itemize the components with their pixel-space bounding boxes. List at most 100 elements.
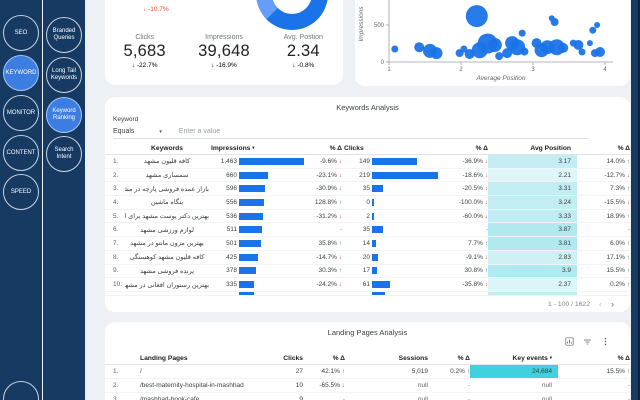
key-events-cell: null: [470, 379, 558, 392]
keywords-table-row[interactable]: 9.پرنده فروشی مشهد37830.3% ↑1730.8% ↑3.9…: [105, 265, 630, 279]
sidebar-item-seo[interactable]: SEO: [3, 15, 39, 51]
col-sessions-delta[interactable]: % Δ: [428, 355, 470, 362]
clicks-bar-cell: [370, 226, 442, 233]
clicks-bar: [372, 267, 377, 274]
up-arrow-icon: ↑: [627, 281, 630, 288]
keywords-table-row[interactable]: 2.سمساری مشهد660-23.1% ↓219-18.6% ↓2.21-…: [105, 169, 630, 183]
col-keywords[interactable]: Keywords: [125, 145, 209, 152]
delta-cell: 128.8% ↑: [309, 199, 342, 206]
col-avg-delta[interactable]: % Δ: [577, 145, 630, 152]
bubble-point[interactable]: [519, 30, 526, 37]
col-avg-position[interactable]: Avg Position: [488, 143, 577, 154]
sidebar-item-keyword[interactable]: KEYWORD: [3, 55, 39, 91]
row-number: 3.: [105, 396, 125, 400]
bubble-point[interactable]: [579, 49, 586, 56]
clicks-value: 219: [342, 172, 370, 179]
bubble-point[interactable]: [391, 46, 398, 53]
bubble-point[interactable]: [594, 22, 600, 28]
keywords-table-row[interactable]: 8.کافه قلیون مشهد کوهسنگی425-14.7% ↓20-9…: [105, 251, 630, 265]
keywords-table-row[interactable]: 5.بهترین دکتر پوست مشهد برای لک صورت536-…: [105, 210, 630, 224]
keywords-table-row[interactable]: 4.بنگاه ماشین556128.8% ↑0-100.0% ↓3.24-1…: [105, 196, 630, 210]
bubble-point[interactable]: [589, 27, 596, 34]
down-arrow-icon: ↓: [292, 62, 295, 69]
sidebar-item-search-intent[interactable]: Search Intent: [46, 136, 82, 172]
clicks-bar-cell: [370, 185, 442, 192]
sidebar-item-content[interactable]: CONTENT: [3, 135, 39, 171]
sidebar-item-partial[interactable]: [3, 381, 39, 400]
bubble-point[interactable]: [495, 52, 503, 60]
keywords-table-row[interactable]: 10.بهترین رستوران افغانی در مشهد335-24.2…: [105, 278, 630, 292]
landing-table-row[interactable]: 2./best-maternity-hospital-in-mashhad10-…: [105, 379, 630, 393]
y-tick-label: 0: [381, 60, 385, 66]
more-options-icon[interactable]: [601, 337, 610, 346]
col-clicks[interactable]: Clicks: [342, 145, 442, 152]
pagination-prev-icon[interactable]: ‹: [599, 299, 602, 309]
kpi-label: Avg. Postion: [264, 34, 343, 41]
avg-position-cell: 3.17: [488, 155, 577, 168]
filter-value-input[interactable]: [177, 127, 588, 136]
delta-cell: 35.8% ↑: [309, 240, 342, 247]
row-number: 8.: [105, 254, 125, 261]
bubble-point[interactable]: [587, 40, 593, 46]
filter-icon[interactable]: [583, 337, 592, 346]
up-arrow-icon: ↑: [627, 368, 630, 375]
down-arrow-icon: ↓: [132, 62, 135, 69]
keywords-table-row-partial: [105, 292, 630, 296]
filter-operator-select[interactable]: Equals: [113, 128, 134, 135]
landing-pages-table: Landing Pages Clicks % Δ Sessions % Δ Ke…: [105, 352, 630, 400]
col-clicks-delta[interactable]: % Δ: [442, 145, 488, 152]
col-impressions-delta[interactable]: % Δ: [309, 145, 342, 152]
bubble-point[interactable]: [558, 43, 568, 53]
sidebar-item-monitor[interactable]: MONITOR: [3, 95, 39, 131]
row-number: 9.: [105, 267, 125, 274]
bubble-point[interactable]: [488, 38, 502, 52]
kpi-value: 39,648: [184, 42, 263, 61]
bubble-point[interactable]: [431, 47, 443, 59]
impressions-bar-cell: [237, 281, 309, 288]
landing-table-header: Landing Pages Clicks % Δ Sessions % Δ Ke…: [105, 352, 630, 365]
delta-cell: 17.1% ↑: [577, 254, 630, 261]
sessions-value: null: [345, 382, 428, 389]
sidebar-item-long-tail-keywords[interactable]: Long Tail Keywords: [46, 57, 82, 93]
col-key-events[interactable]: Key events ▾: [470, 352, 558, 364]
col-clicks-delta[interactable]: % Δ: [303, 355, 345, 362]
bubble-point[interactable]: [466, 5, 488, 27]
col-impressions[interactable]: Impressions ▾: [209, 145, 309, 152]
kpi-value: 2.34: [264, 42, 343, 61]
delta-cell: 0.2% ↑: [428, 368, 470, 375]
sort-desc-icon: ▾: [550, 355, 552, 361]
col-landing-pages[interactable]: Landing Pages: [125, 355, 275, 362]
landing-table-row[interactable]: 1./2742.1% ↑5,0190.2% ↑24,68415.5% ↑: [105, 365, 630, 379]
sidebar-item-keyword-ranking[interactable]: Keyword Ranking: [46, 97, 82, 133]
impressions-bar: [239, 292, 254, 296]
clicks-bar: [372, 254, 378, 261]
col-key-events-delta[interactable]: % Δ: [558, 355, 630, 362]
export-chart-icon[interactable]: [565, 337, 574, 346]
keywords-table-row[interactable]: 7.بهترین مزون مانتو در مشهد50135.8% ↑147…: [105, 237, 630, 251]
sidebar-item-speed[interactable]: SPEED: [3, 174, 39, 210]
kpi-value: 5,683: [105, 42, 184, 61]
col-sessions[interactable]: Sessions: [345, 355, 428, 362]
clicks-value: 149: [342, 158, 370, 165]
keywords-table-row[interactable]: 6.لوازم ورزشی مشهد511-35-3.87-: [105, 223, 630, 237]
keyword-filter-row: Equals ▼: [113, 125, 588, 139]
landing-pages-analysis-card: Landing Pages Analysis Landing Pages Cli…: [105, 322, 630, 400]
keywords-table: Keywords Impressions ▾ % Δ Clicks % Δ Av…: [105, 143, 630, 296]
keywords-table-row[interactable]: 3.بازار عمده فروشی پارچه در مشهد596-30.9…: [105, 182, 630, 196]
key-events-cell: null: [470, 393, 558, 400]
kpi-row: Clicks 5,683 ↓ -22.7% Impressions 39,648…: [105, 34, 343, 69]
bubble-point[interactable]: [414, 42, 424, 52]
col-clicks[interactable]: Clicks: [275, 355, 303, 362]
landing-table-row[interactable]: 3./mashhad-book-cafe9-null-null-: [105, 393, 630, 400]
bubble-chart-svg: 12340500Average PositionImpressions: [355, 0, 630, 86]
impressions-bar-cell: [237, 254, 309, 261]
keywords-table-row[interactable]: 1.کافه قلیون مشهد1,463-9.6% ↓149-36.9% ↓…: [105, 155, 630, 169]
pagination-next-icon[interactable]: ›: [611, 299, 614, 309]
bubble-point[interactable]: [520, 48, 528, 56]
bubble-point[interactable]: [551, 18, 559, 26]
sidebar-item-branded-queries[interactable]: Branded Queries: [46, 17, 82, 53]
chevron-down-icon[interactable]: ▼: [158, 129, 162, 134]
bubble-point[interactable]: [573, 40, 583, 50]
position-impressions-bubble-chart: 12340500Average PositionImpressions: [355, 0, 630, 86]
bubble-point[interactable]: [595, 47, 605, 57]
